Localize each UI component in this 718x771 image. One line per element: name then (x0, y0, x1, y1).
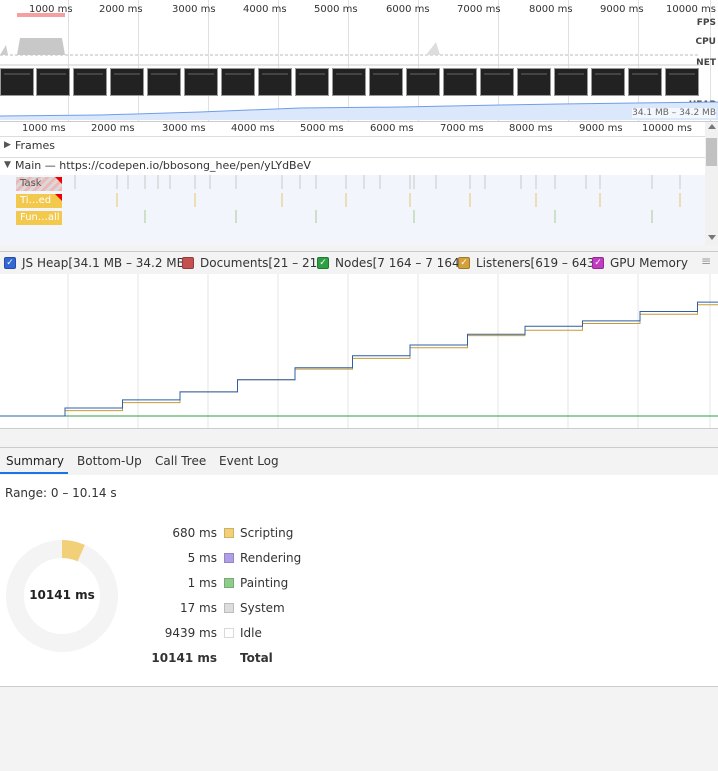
fps-track-label: FPS (696, 18, 716, 28)
idle-label: Idle (240, 626, 262, 640)
ruler-tick: 7000 ms (440, 123, 484, 134)
active-tab-indicator (0, 472, 68, 474)
scripting-value: 680 ms (172, 526, 217, 540)
memory-graph-svg (0, 274, 718, 428)
overview-tick: 5000 ms (314, 4, 358, 15)
checkbox-unchecked-icon[interactable] (182, 257, 194, 269)
rendering-swatch (224, 553, 234, 563)
overview-tick: 4000 ms (243, 4, 287, 15)
rendering-value: 5 ms (187, 551, 217, 565)
listeners-series-line (0, 304, 718, 417)
total-label: Total (240, 651, 273, 665)
js-heap-label: JS Heap[34.1 MB – 34.2 MB] (22, 256, 190, 270)
scripting-label: Scripting (240, 526, 294, 540)
ruler-tick: 6000 ms (370, 123, 414, 134)
documents-label: Documents[21 – 21] (200, 256, 322, 270)
scroll-thumb[interactable] (706, 138, 717, 166)
tab-call-tree[interactable]: Call Tree (155, 454, 206, 468)
overview-tick: 10000 ms (666, 4, 716, 15)
overview-tick: 2000 ms (99, 4, 143, 15)
gpu-memory-label: GPU Memory (610, 256, 688, 270)
range-label: Range: 0 – 10.14 s (5, 486, 117, 500)
summary-panel: Range: 0 – 10.14 s 10141 ms 680 ms Scrip… (0, 475, 718, 687)
long-task-marker-icon (55, 194, 62, 201)
scroll-up-icon[interactable] (708, 124, 716, 129)
painting-label: Painting (240, 576, 289, 590)
memory-counters-legend: ✓ JS Heap[34.1 MB – 34.2 MB] Documents[2… (0, 251, 718, 275)
nodes-toggle[interactable]: ✓ Nodes[7 164 – 7 164] (317, 255, 464, 271)
overview-tick: 6000 ms (386, 4, 430, 15)
ruler-tick: 8000 ms (509, 123, 553, 134)
overview-tick: 9000 ms (600, 4, 644, 15)
ruler-tick: 4000 ms (231, 123, 275, 134)
graph-gridlines (67, 274, 711, 428)
ruler-tick: 5000 ms (300, 123, 344, 134)
system-swatch (224, 603, 234, 613)
checkbox-checked-icon[interactable]: ✓ (458, 257, 470, 269)
main-thread-label: Main — https://codepen.io/bbosong_hee/pe… (15, 159, 311, 172)
details-tabbar: Summary Bottom-Up Call Tree Event Log (0, 447, 718, 476)
scroll-down-icon[interactable] (708, 235, 716, 240)
menu-icon[interactable]: ≡ (701, 254, 711, 268)
frames-track-header[interactable]: ▶ Frames (0, 137, 705, 158)
heap-range-label: 34.1 MB – 34.2 MB (632, 108, 716, 118)
rendering-label: Rendering (240, 551, 302, 565)
ruler-tick: 10000 ms (642, 123, 692, 134)
tab-bottom-up[interactable]: Bottom-Up (77, 454, 142, 468)
overview-tick: 8000 ms (529, 4, 573, 15)
memory-counter-graph[interactable] (0, 274, 718, 429)
tab-event-log[interactable]: Event Log (219, 454, 279, 468)
flame-chart[interactable]: Task Ti…ed Fun…all (0, 175, 705, 245)
donut-total-label: 10141 ms (29, 588, 95, 602)
painting-value: 1 ms (187, 576, 217, 590)
nodes-label: Nodes[7 164 – 7 164] (335, 256, 465, 270)
expand-arrow-icon[interactable]: ▶ (4, 140, 11, 150)
scripting-swatch (224, 528, 234, 538)
documents-toggle[interactable]: Documents[21 – 21] (182, 255, 322, 271)
long-task-marker-icon (55, 177, 62, 184)
overview-tick: 7000 ms (457, 4, 501, 15)
cpu-activity-chart (0, 38, 700, 66)
listeners-label: Listeners[619 – 643] (476, 256, 600, 270)
idle-value: 9439 ms (164, 626, 217, 640)
ruler-tick: 3000 ms (162, 123, 206, 134)
js-heap-series-line (0, 301, 718, 417)
flame-scrollbar[interactable] (705, 122, 718, 245)
checkbox-checked-icon[interactable]: ✓ (4, 257, 16, 269)
overview-tick: 1000 ms (29, 4, 73, 15)
system-label: System (240, 601, 285, 615)
main-thread-track-header[interactable]: ▼ Main — https://codepen.io/bbosong_hee/… (0, 158, 705, 175)
ruler-tick: 9000 ms (579, 123, 623, 134)
system-value: 17 ms (179, 601, 217, 615)
ruler-tick: 2000 ms (91, 123, 135, 134)
gpu-memory-toggle[interactable]: ✓ GPU Memory (592, 255, 688, 271)
timeline-overview[interactable]: 1000 ms 2000 ms 3000 ms 4000 ms 5000 ms … (0, 0, 718, 122)
function-call-block[interactable]: Fun…all (16, 211, 62, 225)
collapse-arrow-icon[interactable]: ▼ (4, 160, 11, 170)
js-heap-toggle[interactable]: ✓ JS Heap[34.1 MB – 34.2 MB] (4, 255, 190, 271)
idle-swatch (224, 628, 234, 638)
main-time-ruler: 1000 ms 2000 ms 3000 ms 4000 ms 5000 ms … (0, 122, 705, 137)
heap-overview-chart (0, 101, 718, 120)
painting-swatch (224, 578, 234, 588)
overview-tick: 3000 ms (172, 4, 216, 15)
flame-chart-marks (74, 175, 681, 223)
frames-label: Frames (15, 139, 56, 152)
total-value: 10141 ms (151, 651, 217, 665)
checkbox-checked-icon[interactable]: ✓ (317, 257, 329, 269)
tab-summary[interactable]: Summary (6, 454, 64, 468)
ruler-tick: 1000 ms (22, 123, 66, 134)
listeners-toggle[interactable]: ✓ Listeners[619 – 643] (458, 255, 599, 271)
checkbox-checked-icon[interactable]: ✓ (592, 257, 604, 269)
